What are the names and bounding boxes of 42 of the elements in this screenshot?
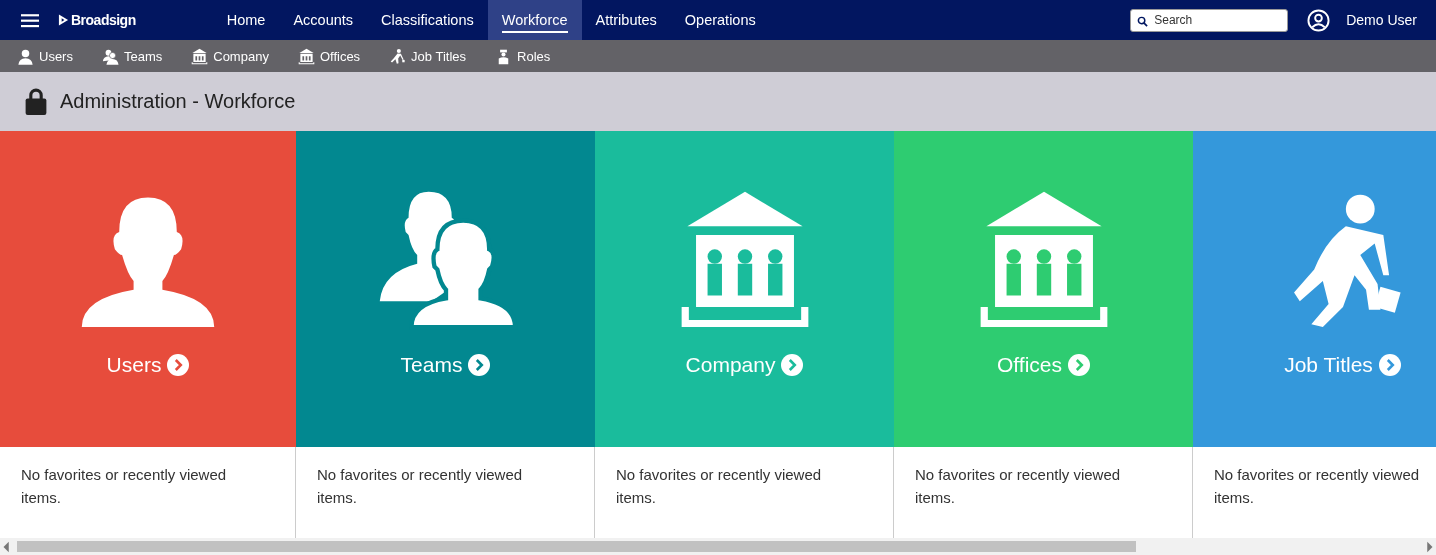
search-field[interactable]: Search xyxy=(1130,8,1289,32)
nav-tab[interactable]: Home xyxy=(212,0,280,40)
subnav-link[interactable]: Roles xyxy=(495,47,551,65)
menu-icon[interactable] xyxy=(21,12,39,28)
chevron-icon xyxy=(167,354,190,376)
user-name[interactable]: Demo User xyxy=(1346,12,1417,28)
building-icon xyxy=(191,47,209,65)
empty-message: No favorites or recently viewed items. xyxy=(1214,465,1421,508)
chevron-icon xyxy=(1068,354,1090,376)
nav-tab[interactable]: Attributes xyxy=(581,0,671,40)
nav-tab[interactable]: Operations xyxy=(670,0,770,40)
nav-tab[interactable]: Classifications xyxy=(367,0,488,40)
logo-icon xyxy=(58,13,69,27)
nav-tab[interactable]: Accounts xyxy=(279,0,368,40)
subnav-link[interactable]: Offices xyxy=(297,47,361,65)
empty-message: No favorites or recently viewed items. xyxy=(915,465,1122,508)
subnav-link[interactable]: Teams xyxy=(101,47,163,65)
nav-tab[interactable]: Workforce xyxy=(487,0,582,40)
tile-card[interactable]: Job Titles xyxy=(1193,131,1436,447)
person-icon xyxy=(17,47,34,65)
subnav-link[interactable]: Job Titles xyxy=(389,47,467,65)
empty-message: No favorites or recently viewed items. xyxy=(616,465,823,508)
tile-link[interactable]: Teams xyxy=(400,353,491,377)
chevron-icon xyxy=(781,354,804,376)
worker-icon xyxy=(389,47,407,65)
brand-name: Broadsign xyxy=(71,12,136,28)
empty-message: No favorites or recently viewed items. xyxy=(317,465,524,508)
scrollbar-thumb[interactable] xyxy=(17,541,1136,552)
subnav-link[interactable]: Users xyxy=(17,47,73,65)
tile-link[interactable]: Users xyxy=(106,353,190,377)
chevron-icon xyxy=(468,354,491,376)
lock-icon xyxy=(25,88,47,115)
empty-message: No favorites or recently viewed items. xyxy=(21,465,228,508)
building-icon xyxy=(297,47,315,65)
people-icon xyxy=(101,47,119,65)
account-icon[interactable] xyxy=(1307,8,1331,32)
chevron-icon xyxy=(1378,354,1401,376)
tile-card[interactable]: Teams xyxy=(296,131,595,447)
page-title: Administration - Workforce xyxy=(60,90,296,113)
subnav-link[interactable]: Company xyxy=(191,47,269,65)
tile-link[interactable]: Job Titles xyxy=(1284,353,1401,377)
tile-card[interactable]: Users xyxy=(0,131,296,447)
